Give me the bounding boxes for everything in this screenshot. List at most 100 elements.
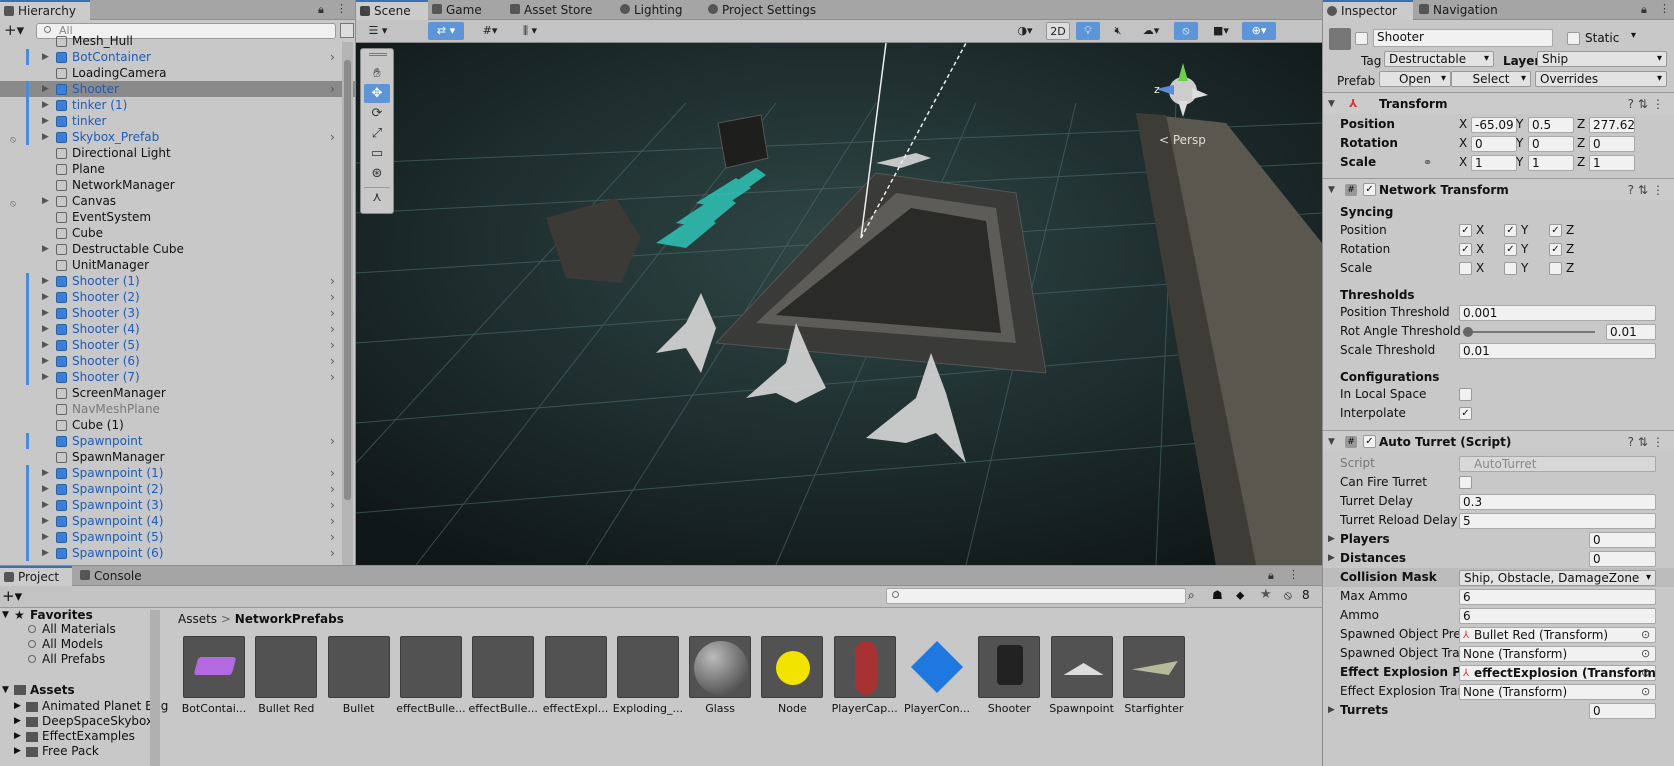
scale-z-field[interactable]: 1: [1589, 155, 1635, 171]
object-picker-icon[interactable]: ⊙: [1641, 682, 1650, 701]
effects-dropdown[interactable]: ☁▾: [1134, 22, 1168, 40]
spawned-tran-object-field[interactable]: None (Transform): [1459, 646, 1656, 662]
chevron-right-icon[interactable]: ›: [330, 81, 335, 97]
hierarchy-item[interactable]: ScreenManager: [0, 385, 355, 401]
breadcrumb-networkprefabs[interactable]: NetworkPrefabs: [235, 612, 344, 626]
foldout-arrow-icon[interactable]: ▶: [42, 369, 49, 385]
sync-x-checkbox[interactable]: ✓: [1459, 224, 1472, 237]
hierarchy-item[interactable]: EventSystem: [0, 209, 355, 225]
foldout-arrow-icon[interactable]: ▶: [42, 353, 49, 369]
distances-count-field[interactable]: 0: [1589, 551, 1656, 567]
foldout-arrow-icon[interactable]: ▶: [42, 337, 49, 353]
more-menu-icon[interactable]: ⋮: [1288, 568, 1299, 581]
breadcrumb-assets[interactable]: Assets: [178, 612, 217, 626]
hierarchy-item[interactable]: ▶ tinker: [0, 113, 355, 129]
asset-item[interactable]: effectExpl...: [543, 636, 608, 715]
hierarchy-item[interactable]: ▶ Shooter ›: [0, 81, 355, 97]
persp-label[interactable]: < Persp: [1159, 133, 1206, 147]
position-z-field[interactable]: 277.628: [1589, 117, 1635, 133]
foldout-arrow-icon[interactable]: ▶: [1328, 549, 1335, 568]
tab-hierarchy[interactable]: Hierarchy: [0, 0, 90, 20]
interpolate-checkbox[interactable]: ✓: [1459, 407, 1472, 420]
filter-by-type-icon[interactable]: ☗: [1212, 588, 1223, 602]
hierarchy-item[interactable]: ▶ Shooter (7) ›: [0, 369, 355, 385]
more-menu-icon[interactable]: ⋮: [336, 2, 347, 15]
foldout-arrow-icon[interactable]: ▶: [42, 241, 49, 257]
rotate-tool-icon[interactable]: ⟳: [364, 104, 390, 123]
chevron-right-icon[interactable]: ›: [330, 353, 335, 369]
prefab-select-button[interactable]: Select: [1451, 71, 1531, 87]
foldout-arrow-icon[interactable]: ▶: [42, 481, 49, 497]
foldout-arrow-icon[interactable]: ▶: [42, 305, 49, 321]
component-tools-icon[interactable]: ?⇅⋮: [1628, 431, 1668, 453]
move-tool-icon[interactable]: ✥: [364, 84, 390, 103]
max-ammo-field[interactable]: 6: [1459, 589, 1656, 605]
chevron-right-icon[interactable]: ›: [330, 289, 335, 305]
rotation-z-field[interactable]: 0: [1589, 136, 1635, 152]
static-checkbox[interactable]: [1567, 32, 1580, 45]
lighting-toggle[interactable]: 💡︎: [1076, 22, 1100, 40]
chevron-right-icon[interactable]: ›: [330, 49, 335, 65]
chevron-right-icon[interactable]: ›: [330, 305, 335, 321]
network-transform-header[interactable]: ▼ # ✓ Network Transform ?⇅⋮: [1323, 178, 1674, 200]
shading-dropdown[interactable]: ◑▾: [1008, 22, 1042, 40]
object-picker-icon[interactable]: ⊙: [1641, 625, 1650, 644]
foldout-arrow-icon[interactable]: ▶: [14, 716, 21, 726]
asset-item[interactable]: Shooter: [977, 636, 1041, 715]
foldout-arrow-icon[interactable]: ▼: [2, 610, 9, 620]
foldout-arrow-icon[interactable]: ▶: [42, 321, 49, 337]
splitter[interactable]: [1322, 0, 1323, 766]
tab-asset-store[interactable]: Asset Store: [506, 0, 600, 20]
hidden-eye-icon[interactable]: ⦸: [10, 132, 22, 145]
hierarchy-item[interactable]: Plane: [0, 161, 355, 177]
chevron-right-icon[interactable]: ›: [330, 545, 335, 561]
gizmos-dropdown[interactable]: ⊕▾: [1242, 22, 1276, 40]
layer-dropdown[interactable]: Ship: [1537, 51, 1667, 67]
prefab-overrides-dropdown[interactable]: Overrides: [1535, 71, 1667, 87]
hidden-objects-toggle[interactable]: ⦸: [1174, 22, 1198, 40]
chevron-right-icon[interactable]: ›: [330, 321, 335, 337]
tag-dropdown[interactable]: Destructable: [1384, 51, 1494, 67]
position-threshold-field[interactable]: 0.001: [1459, 305, 1656, 321]
custom-tool-icon[interactable]: ⋏: [364, 187, 390, 206]
asset-item[interactable]: Bullet: [327, 636, 391, 715]
transform-tool-icon[interactable]: ⊛: [364, 164, 390, 183]
object-picker-icon[interactable]: ⊙: [1641, 644, 1650, 663]
pivot-toggle[interactable]: ⇄ ▾: [428, 22, 464, 40]
chevron-right-icon[interactable]: ›: [330, 529, 335, 545]
sync-z-checkbox[interactable]: ✓: [1549, 243, 1562, 256]
asset-item[interactable]: Spawnpoint: [1049, 636, 1114, 715]
chevron-right-icon[interactable]: ›: [330, 129, 335, 145]
scene-viewport[interactable]: z < Persp: [356, 43, 1322, 565]
tab-game[interactable]: Game: [428, 0, 490, 20]
hierarchy-item[interactable]: ▶ Spawnpoint (1) ›: [0, 465, 355, 481]
object-name-field[interactable]: Shooter: [1373, 29, 1553, 47]
hierarchy-item[interactable]: ▶ Shooter (6) ›: [0, 353, 355, 369]
asset-item[interactable]: Node: [760, 636, 824, 715]
turret-delay-field[interactable]: 0.3: [1459, 494, 1656, 510]
tab-scene[interactable]: Scene: [356, 0, 428, 20]
tab-console[interactable]: Console: [76, 566, 150, 586]
tab-navigation[interactable]: Navigation: [1415, 0, 1506, 20]
folder-tree-scrollbar[interactable]: [150, 610, 160, 766]
2d-toggle[interactable]: 2D: [1046, 22, 1070, 40]
grid-snap-dropdown[interactable]: #▾: [472, 22, 508, 40]
more-menu-icon[interactable]: ⋮: [1659, 2, 1670, 15]
hierarchy-item[interactable]: NavMeshPlane: [0, 401, 355, 417]
position-x-field[interactable]: -65.09: [1471, 117, 1517, 133]
local-space-checkbox[interactable]: [1459, 388, 1472, 401]
camera-dropdown[interactable]: ■▾: [1204, 22, 1238, 40]
sync-y-checkbox[interactable]: [1504, 262, 1517, 275]
rect-tool-icon[interactable]: ▭: [364, 144, 390, 163]
hierarchy-item[interactable]: ▶ Spawnpoint (2) ›: [0, 481, 355, 497]
palette-handle[interactable]: [369, 53, 387, 56]
hierarchy-item[interactable]: ▶ Spawnpoint (4) ›: [0, 513, 355, 529]
chevron-right-icon[interactable]: ›: [330, 337, 335, 353]
component-enabled-checkbox[interactable]: ✓: [1363, 183, 1376, 196]
turrets-count-field[interactable]: 0: [1589, 703, 1656, 719]
foldout-arrow-icon[interactable]: ▶: [1328, 701, 1335, 720]
asset-item[interactable]: Exploding_...: [613, 636, 683, 715]
sync-z-checkbox[interactable]: [1549, 262, 1562, 275]
lock-icon[interactable]: 🔒︎: [318, 3, 324, 17]
foldout-arrow-icon[interactable]: ▶: [42, 129, 49, 145]
